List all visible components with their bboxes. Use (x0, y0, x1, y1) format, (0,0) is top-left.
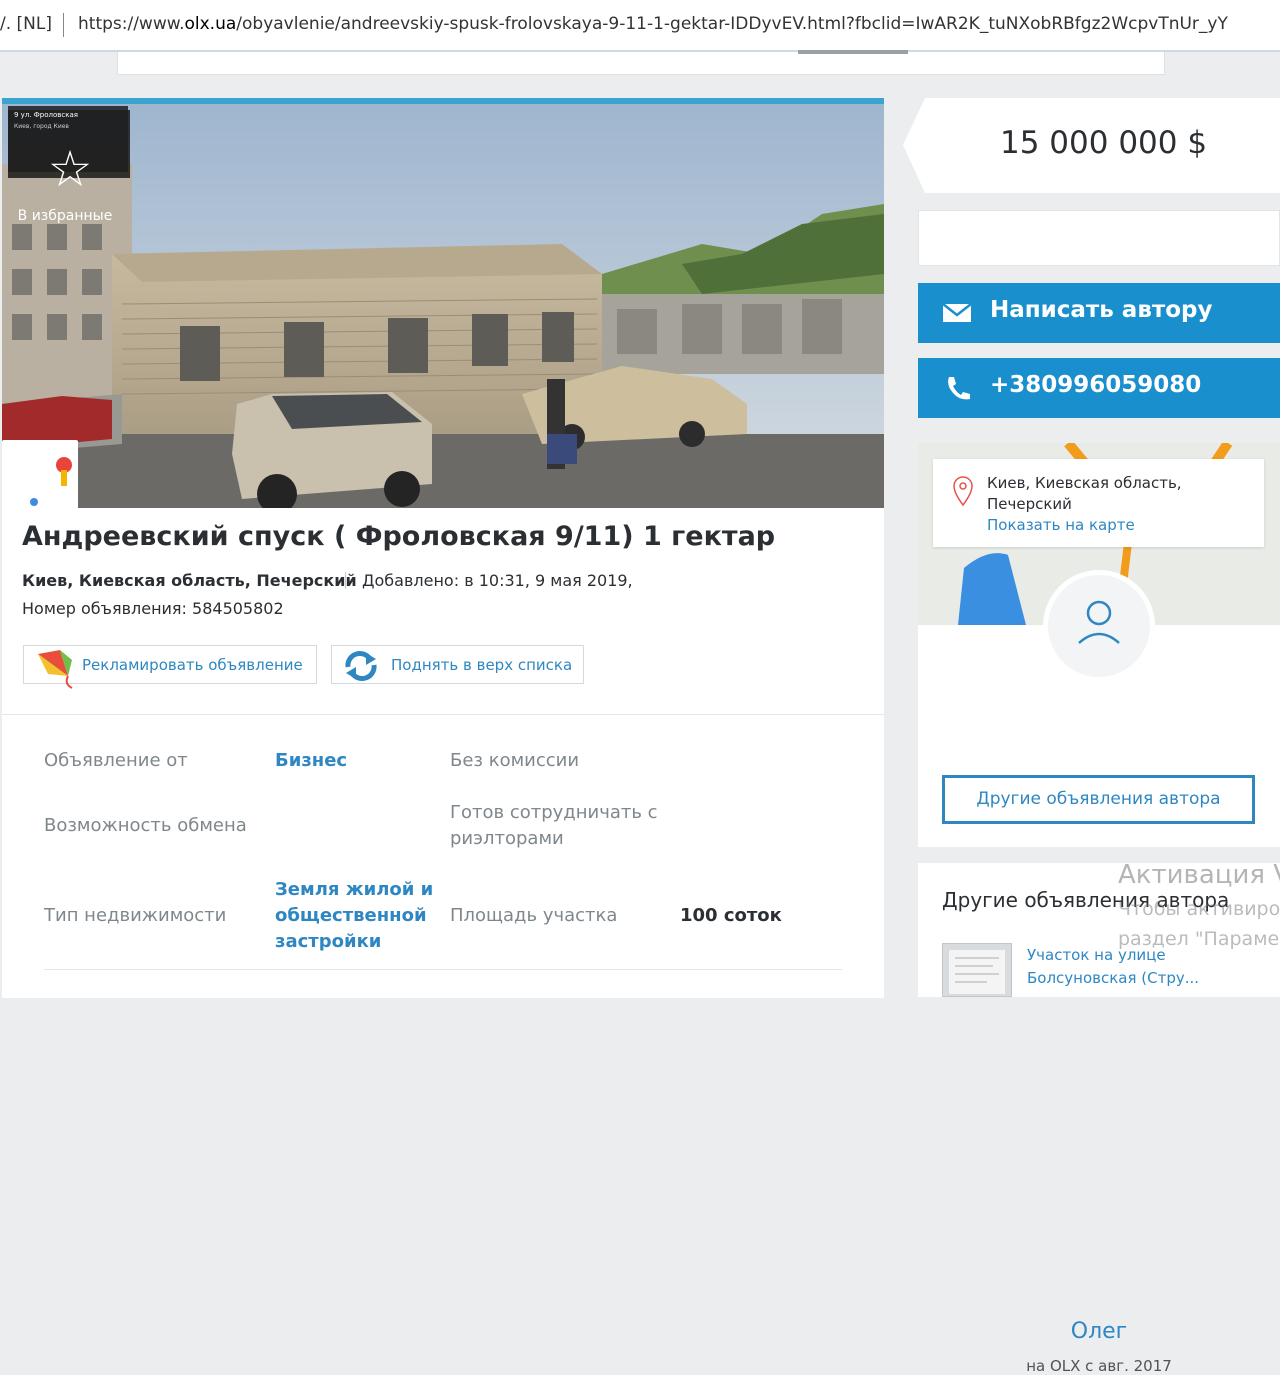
raise-ad-button[interactable]: Поднять в верх списка (331, 645, 584, 684)
faded-button (798, 50, 908, 54)
browser-address-bar[interactable]: /. [NL] https://www.olx.ua/obyavlenie/an… (0, 0, 1280, 52)
price: 15 000 000 $ (1000, 125, 1208, 161)
raise-ad-label: Поднять в верх списка (391, 656, 573, 674)
other-ads-button-label: Другие объявления автора (976, 789, 1221, 809)
other-ad-thumbnail[interactable] (942, 943, 1012, 997)
street-view-pegman[interactable] (2, 440, 78, 510)
user-icon (1078, 600, 1120, 644)
url-text[interactable]: https://www.olx.ua/obyavlenie/andreevski… (78, 14, 1228, 34)
location-pin-icon (953, 476, 973, 507)
params-bottom-divider (44, 969, 842, 970)
promote-ad-label: Рекламировать объявление (82, 656, 303, 674)
empty-sidebar-box (918, 210, 1280, 266)
avatar[interactable] (1043, 570, 1155, 682)
document-thumbnail-icon (949, 950, 1005, 994)
ad-added-date: Добавлено: в 10:31, 9 мая 2019, (362, 571, 633, 590)
write-author-button[interactable]: Написать автору (918, 283, 1280, 343)
param-property-type-label: Тип недвижимости (44, 905, 227, 926)
param-property-type-value-2[interactable]: общественной (275, 905, 427, 926)
envelope-icon (942, 303, 972, 322)
address-separator (63, 13, 64, 37)
star-icon: ☆ (47, 140, 93, 198)
refresh-icon (345, 651, 377, 681)
price-notch (903, 98, 925, 193)
promote-ad-button[interactable]: Рекламировать объявление (23, 645, 317, 689)
certificate-label[interactable]: /. [NL] (0, 14, 52, 34)
map-address-card: Киев, Киевская область, Печерский Показат… (933, 459, 1264, 547)
windows-activation-line-2: раздел "Параме (1118, 928, 1280, 950)
kite-icon (38, 650, 73, 689)
param-area-value: 100 соток (680, 905, 782, 926)
param-realtors-label-1: Готов сотрудничать с (450, 802, 658, 823)
top-card-remnant (117, 50, 1165, 75)
param-no-commission: Без комиссии (450, 750, 580, 771)
seller-name[interactable]: Олег (918, 1319, 1280, 1344)
favorite-label: В избранные (17, 208, 113, 224)
other-ads-button[interactable]: Другие объявления автора (942, 775, 1255, 824)
phone-number: +380996059080 (990, 372, 1202, 398)
windows-activation-line-1: Чтобы активиро (1118, 898, 1280, 920)
other-ad-link[interactable]: Участок на улице Болсуновская (Стру... (1027, 944, 1199, 990)
meta-separator (345, 572, 346, 589)
write-author-label: Написать автору (990, 297, 1213, 323)
ad-location: Киев, Киевская область, Печерский (22, 571, 357, 590)
param-realtors-label-2: риэлторами (450, 828, 564, 849)
phone-button[interactable]: +380996059080 (918, 358, 1280, 418)
param-offer-from-label: Объявление от (44, 750, 188, 771)
windows-activation-title: Активация V (1118, 860, 1280, 890)
param-area-label: Площадь участка (450, 905, 618, 926)
param-exchange-label: Возможность обмена (44, 815, 247, 836)
params-divider (2, 714, 884, 715)
ad-number: Номер объявления: 584505802 (22, 599, 284, 618)
show-on-map-link[interactable]: Показать на карте (987, 516, 1135, 534)
pegman-icon (30, 457, 72, 506)
phone-icon (948, 377, 970, 400)
seller-since: на OLX с авг. 2017 (1026, 1357, 1172, 1375)
param-property-type-value-1[interactable]: Земля жилой и (275, 879, 433, 900)
ad-title: Андреевский спуск ( Фроловская 9/11) 1 г… (22, 521, 776, 552)
favorite-button[interactable]: ☆ В избранные (2, 104, 138, 224)
param-offer-from-value[interactable]: Бизнес (275, 750, 347, 771)
param-property-type-value-3[interactable]: застройки (275, 931, 381, 952)
map-address: Киев, Киевская область, Печерский (987, 474, 1182, 513)
